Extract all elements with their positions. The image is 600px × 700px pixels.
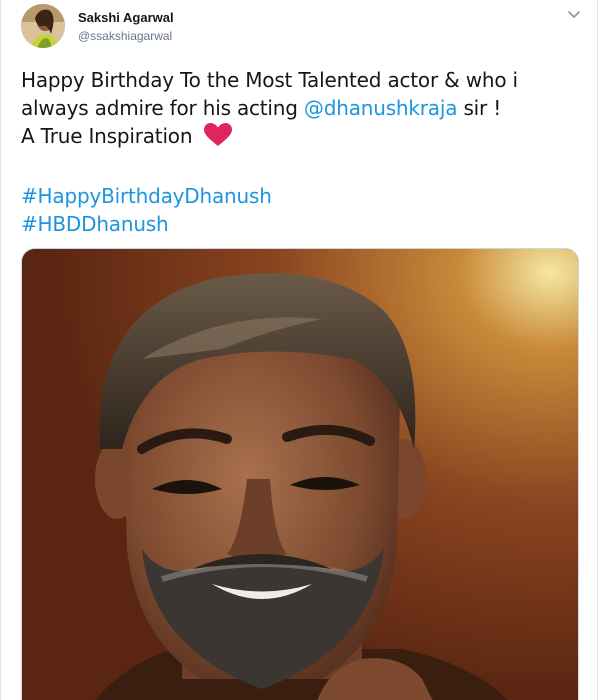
tweet-card: Sakshi Agarwal @ssakshiagarwal Happy Bir…: [0, 0, 598, 700]
hashtag-link-1[interactable]: #HappyBirthdayDhanush: [21, 182, 581, 210]
tweet-header: Sakshi Agarwal @ssakshiagarwal: [21, 4, 583, 52]
hashtag-link-2[interactable]: #HBDDhanush: [21, 210, 581, 238]
author-display-name[interactable]: Sakshi Agarwal: [78, 10, 174, 26]
tweet-text-line-2-prefix: always admire for his acting: [21, 96, 304, 120]
text-spacer: [21, 154, 581, 182]
tweet-text-line-3: A True Inspiration: [21, 122, 581, 154]
tweet-text-line-2-suffix: sir !: [457, 96, 502, 120]
tweet-text: Happy Birthday To the Most Talented acto…: [21, 66, 581, 238]
tweet-text-line-1: Happy Birthday To the Most Talented acto…: [21, 68, 518, 92]
tweet-photo[interactable]: [21, 248, 579, 700]
author-names: Sakshi Agarwal @ssakshiagarwal: [78, 10, 174, 44]
chevron-down-icon[interactable]: [565, 6, 583, 24]
avatar[interactable]: [21, 4, 65, 48]
red-heart-icon: [204, 123, 233, 154]
tweet-text-line-3-text: A True Inspiration: [21, 124, 193, 148]
photo-image: [22, 249, 578, 700]
mention-link[interactable]: @dhanushkraja: [304, 96, 458, 120]
author-handle[interactable]: @ssakshiagarwal: [78, 28, 174, 44]
profile-photo: [21, 4, 65, 48]
tweet-text-line-2: always admire for his acting @dhanushkra…: [21, 94, 581, 122]
